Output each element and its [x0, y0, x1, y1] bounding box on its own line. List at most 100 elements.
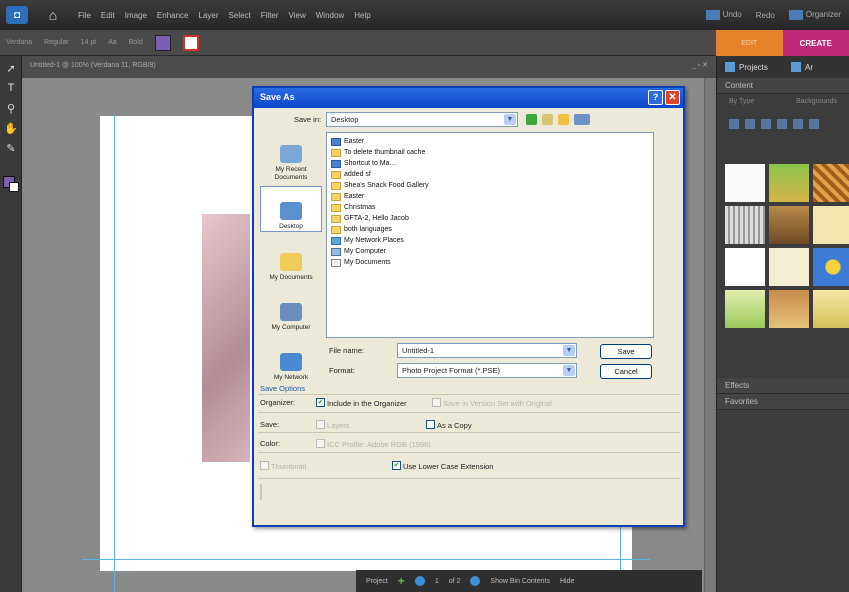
text-icon[interactable]	[793, 119, 803, 129]
place-desktop[interactable]: Desktop	[260, 186, 322, 232]
include-organizer-checkbox[interactable]: ✔	[316, 398, 325, 407]
place-my-documents[interactable]: My Documents	[260, 236, 322, 282]
show-bin-contents-toggle[interactable]: Show Bin Contents	[490, 578, 550, 585]
favorites-section-header[interactable]: Favorites	[717, 394, 849, 410]
tab-edit[interactable]: EDIT	[716, 30, 783, 56]
tab-create[interactable]: CREATE	[782, 30, 849, 56]
font-style-select[interactable]: Regular	[44, 39, 69, 46]
themes-icon[interactable]	[809, 119, 819, 129]
thumbnail[interactable]	[813, 290, 849, 328]
menu-enhance[interactable]: Enhance	[157, 11, 189, 20]
window-controls-icon[interactable]: _ ▫ ✕	[692, 61, 708, 69]
menu-edit[interactable]: Edit	[101, 11, 115, 20]
as-a-copy-checkbox[interactable]	[426, 420, 435, 429]
place-my-recent-documents[interactable]: My Recent Documents	[260, 136, 322, 182]
menu-help[interactable]: Help	[354, 11, 370, 20]
add-page-icon[interactable]: +	[398, 574, 405, 588]
thumbnail[interactable]	[725, 164, 765, 202]
place-my-computer[interactable]: My Computer	[260, 286, 322, 332]
thumbnail[interactable]	[813, 164, 849, 202]
help-icon[interactable]: ?	[648, 90, 663, 105]
undo-button[interactable]: Undo	[705, 10, 742, 20]
save-in-dropdown[interactable]: Desktop ▼	[326, 112, 518, 127]
cancel-button[interactable]: Cancel	[600, 364, 652, 379]
dialog-title-bar[interactable]: Save As ? ✕	[254, 88, 683, 108]
filter-icon[interactable]	[729, 119, 739, 129]
file-list-item[interactable]: GFTA-2, Hello Jacob	[331, 213, 649, 224]
next-page-icon[interactable]	[470, 576, 481, 586]
file-list-item[interactable]: added sf	[331, 169, 649, 180]
thumbnail[interactable]	[769, 248, 809, 286]
thumbnail[interactable]	[769, 206, 809, 244]
zoom-tool-icon[interactable]: ⚲	[3, 102, 19, 116]
thumbnail-checkbox[interactable]	[260, 461, 269, 470]
save-version-set-checkbox[interactable]	[432, 398, 441, 407]
filter-by-select[interactable]: By Type	[729, 98, 754, 108]
file-list-item[interactable]: My Network Places	[331, 235, 649, 246]
tab-artwork[interactable]: Ar	[783, 56, 849, 78]
menu-select[interactable]: Select	[229, 11, 251, 20]
home-icon[interactable]: ⌂	[44, 6, 62, 24]
file-name-input[interactable]: Untitled-1 ▼	[397, 343, 577, 358]
previous-page-icon[interactable]	[414, 576, 425, 586]
format-dropdown[interactable]: Photo Project Format (*.PSE) ▼	[397, 363, 577, 378]
thumbnail[interactable]	[813, 248, 849, 286]
move-tool-icon[interactable]: ➚	[3, 62, 19, 76]
file-list-item[interactable]: To delete thumbnail cache	[331, 147, 649, 158]
menu-file[interactable]: File	[78, 11, 91, 20]
file-list-item[interactable]: both languages	[331, 224, 649, 235]
organizer-button[interactable]: Organizer	[788, 10, 841, 20]
thumbnail[interactable]	[725, 248, 765, 286]
close-icon[interactable]: ✕	[665, 90, 680, 105]
menu-view[interactable]: View	[289, 11, 306, 20]
place-my-network[interactable]: My Network	[260, 336, 322, 382]
thumbnail[interactable]	[725, 290, 765, 328]
menu-window[interactable]: Window	[316, 11, 344, 20]
file-list-item[interactable]: My Documents	[331, 257, 649, 268]
icc-profile-checkbox[interactable]	[316, 439, 325, 448]
up-folder-icon[interactable]	[542, 114, 553, 125]
frames-icon[interactable]	[745, 119, 755, 129]
content-section-header[interactable]: Content	[717, 78, 849, 94]
filter-value-select[interactable]: Backgrounds	[796, 98, 837, 108]
menu-image[interactable]: Image	[125, 11, 147, 20]
type-tool-icon[interactable]: T	[3, 82, 19, 96]
file-list-item[interactable]: Shortcut to Ma…	[331, 158, 649, 169]
effects-section-header[interactable]: Effects	[717, 378, 849, 394]
menu-filter[interactable]: Filter	[261, 11, 279, 20]
lower-case-extension-checkbox[interactable]: ✔	[392, 461, 401, 470]
app-logo-icon[interactable]: ◘	[6, 6, 28, 24]
thumbnail[interactable]	[813, 206, 849, 244]
file-list-item[interactable]: Shea's Snack Food Gallery	[331, 180, 649, 191]
file-list-item[interactable]: Christmas	[331, 202, 649, 213]
style-swatch[interactable]	[182, 34, 199, 51]
save-button[interactable]: Save	[600, 344, 652, 359]
anti-alias-button[interactable]: Aa	[108, 39, 117, 46]
bold-button[interactable]: Bold	[129, 39, 143, 46]
redo-button[interactable]: Redo	[756, 11, 775, 20]
vertical-scrollbar[interactable]	[704, 78, 716, 592]
view-menu-icon[interactable]	[574, 114, 590, 125]
layers-checkbox[interactable]	[316, 420, 325, 429]
menu-layer[interactable]: Layer	[199, 11, 219, 20]
back-icon[interactable]	[526, 114, 537, 125]
file-list[interactable]: Easter To delete thumbnail cache Shortcut …	[326, 132, 654, 338]
file-list-item[interactable]: Easter	[331, 191, 649, 202]
background-color-swatch[interactable]	[9, 182, 19, 192]
hand-tool-icon[interactable]: ✋	[3, 122, 19, 136]
new-folder-icon[interactable]	[558, 114, 569, 125]
font-size-select[interactable]: 14 pt	[81, 39, 97, 46]
font-family-select[interactable]: Verdana	[6, 39, 32, 46]
page-number[interactable]: 1	[435, 578, 439, 585]
eyedropper-icon[interactable]: ✎	[3, 142, 19, 156]
thumbnail[interactable]	[725, 206, 765, 244]
shapes-icon[interactable]	[777, 119, 787, 129]
thumbnail[interactable]	[769, 164, 809, 202]
tab-projects[interactable]: Projects	[717, 56, 783, 78]
thumbnail[interactable]	[769, 290, 809, 328]
file-list-item[interactable]: Easter	[331, 136, 649, 147]
text-color-swatch[interactable]	[154, 34, 171, 51]
graphics-icon[interactable]	[761, 119, 771, 129]
hide-bin-button[interactable]: Hide	[560, 578, 574, 585]
file-list-item[interactable]: My Computer	[331, 246, 649, 257]
